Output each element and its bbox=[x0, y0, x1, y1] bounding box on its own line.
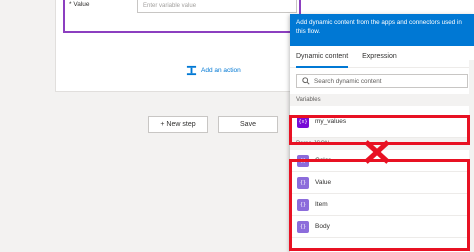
search-icon bbox=[302, 77, 310, 85]
add-action-label: Add an action bbox=[201, 67, 241, 74]
save-button[interactable]: Save bbox=[218, 116, 278, 133]
section-variables: Variables bbox=[290, 94, 474, 106]
tab-expression[interactable]: Expression bbox=[362, 46, 397, 68]
cross-mark-icon bbox=[364, 140, 390, 164]
search-placeholder: Search dynamic content bbox=[314, 77, 382, 85]
value-input[interactable]: Enter variable value bbox=[137, 0, 297, 13]
panel-tabs: Dynamic content Expression bbox=[290, 46, 474, 68]
value-label: * Value bbox=[69, 1, 90, 8]
add-action-icon bbox=[186, 65, 197, 76]
highlight-parse-json-box bbox=[289, 159, 470, 251]
tab-dynamic-content[interactable]: Dynamic content bbox=[296, 46, 349, 68]
add-action-link[interactable]: Add an action bbox=[186, 65, 241, 76]
search-dynamic-content-input[interactable]: Search dynamic content bbox=[296, 74, 468, 88]
initialize-variable-action: * Value Enter variable value bbox=[63, 0, 301, 33]
panel-header: Add dynamic content from the apps and co… bbox=[290, 14, 474, 46]
new-step-button[interactable]: + New step bbox=[148, 116, 208, 133]
